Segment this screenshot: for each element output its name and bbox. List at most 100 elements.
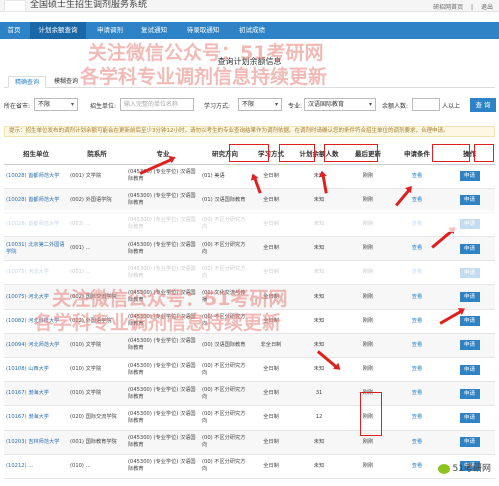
view-conditions-link[interactable]: 查看 — [412, 197, 422, 203]
view-conditions-link[interactable]: 查看 — [412, 318, 422, 324]
cell-updated: 刚刚 — [346, 333, 390, 359]
view-conditions-link[interactable]: 查看 — [412, 390, 422, 396]
cell-unit[interactable]: (10167) 渤海大学 — [4, 381, 68, 407]
cell-unit[interactable]: (10082) 河北科技大学 — [4, 309, 68, 334]
cell-conditions: 查看 — [390, 357, 444, 383]
apply-button[interactable]: 申请 — [459, 195, 480, 206]
cell-updated: 刚刚 — [346, 454, 390, 479]
cell-updated: 刚刚 — [346, 309, 390, 334]
cell-dept: (020) 国际交流学院 — [68, 405, 126, 431]
cell-unit[interactable]: (10031) 北京第二外国语学院 — [4, 236, 68, 262]
view-conditions-link[interactable]: 查看 — [412, 463, 422, 469]
cell-mode: 全日制 — [250, 430, 292, 455]
cell-unit[interactable]: (10075) 河北大学 — [4, 284, 68, 310]
cell-remaining: 未知 — [292, 430, 346, 455]
nav-home[interactable]: 首页 — [2, 22, 26, 39]
cell-unit[interactable]: (10212) ... — [4, 454, 68, 479]
apply-button[interactable]: 申请 — [459, 171, 480, 182]
cell-unit[interactable]: (10028) 首都师范大学 — [4, 164, 68, 189]
cell-major: (045300) (专业学位) 汉语国际教育 — [126, 357, 200, 383]
cell-mode: 全日制 — [250, 188, 292, 213]
wechat-badge-label: 51考研网 — [452, 464, 491, 474]
cell-major: (045300) (专业学位) 汉语国际教育 — [126, 188, 200, 213]
view-conditions-link[interactable]: 查看 — [412, 245, 422, 251]
cell-mode: 全日制 — [250, 236, 292, 262]
cell-unit[interactable]: (10028) 首都师范大学 — [4, 188, 68, 213]
cell-dept: (010) ... — [68, 454, 126, 479]
nav-scores[interactable]: 初试成绩 — [232, 22, 272, 39]
remain-label: 余额人数: — [382, 103, 409, 110]
nav-admit-notice[interactable]: 待录取通知 — [178, 22, 228, 39]
nav-apply[interactable]: 申请调剂 — [90, 22, 130, 39]
wechat-icon — [437, 463, 450, 474]
cell-remaining: 31 — [292, 381, 346, 407]
table-row: (10031) 北京第二外国语学院 (001) ... (045300) (专业学位… — [4, 236, 495, 262]
remain-input[interactable] — [412, 98, 440, 111]
view-conditions-link[interactable]: 查看 — [412, 366, 422, 372]
major-value: 汉语国际教育 — [308, 101, 345, 108]
view-conditions-link[interactable]: 查看 — [412, 173, 422, 179]
highlight-box-counts — [360, 392, 382, 436]
cell-mode: 非全日制 — [250, 333, 292, 359]
cell-updated: 刚刚 — [346, 164, 390, 189]
cell-remaining: 未知 — [292, 454, 346, 479]
tab-fuzzy[interactable]: 模糊查询 — [48, 76, 84, 88]
apply-button[interactable]: 申请 — [459, 437, 480, 448]
filter-bar: 所在省市: 不限 ▾ 招生单位: 输入完整的单位名称 学习方式: 不限 ▾ 专业: … — [4, 98, 496, 114]
mode-value: 不限 — [242, 101, 255, 108]
location-select[interactable]: 不限 ▾ — [34, 98, 78, 111]
view-conditions-link[interactable]: 查看 — [412, 342, 422, 348]
cell-conditions: 查看 — [390, 164, 444, 189]
cell-major: (045300) (专业学位) 汉语国际教育 — [126, 430, 200, 455]
view-conditions-link[interactable]: 查看 — [412, 439, 422, 445]
cell-direction: (01) 美语 — [200, 164, 250, 189]
col-dept: 院系所 — [68, 142, 126, 165]
cell-unit[interactable]: (10167) 渤海大学 — [4, 405, 68, 431]
cell-direction: (00) 不区分研究方向 — [200, 381, 250, 407]
apply-button[interactable]: 申请 — [459, 364, 480, 375]
home-link[interactable]: 研招网首页 — [433, 4, 463, 11]
cell-conditions: 查看 — [390, 405, 444, 431]
table-row: (10167) 渤海大学 (010) 文学院 (045300) (专业学位) 汉语国… — [4, 381, 495, 407]
tab-exact[interactable]: 精确查询 — [8, 76, 47, 88]
cell-unit[interactable]: (10108) 山西大学 — [4, 357, 68, 383]
apply-button[interactable]: 申请 — [459, 388, 480, 399]
cell-action: 申请 — [444, 333, 495, 359]
unit-input[interactable]: 输入完整的单位名称 — [120, 98, 194, 111]
cell-major: (045300) (专业学位) 汉语国际教育 — [126, 309, 200, 334]
apply-button[interactable]: 申请 — [459, 316, 480, 327]
major-select[interactable]: 汉语国际教育 ▾ — [304, 98, 376, 111]
apply-button[interactable]: 申请 — [459, 412, 480, 423]
blur-band — [0, 262, 499, 282]
logout-link[interactable]: 退出 — [481, 4, 493, 11]
apply-button[interactable]: 申请 — [459, 243, 480, 254]
top-links: 研招网首页 | 退出 — [427, 2, 493, 11]
apply-button[interactable]: 申请 — [459, 340, 480, 351]
chevron-down-icon: ▾ — [368, 101, 372, 108]
view-conditions-link[interactable]: 查看 — [412, 294, 422, 300]
nav-plan-query[interactable]: 计划余额查询 — [30, 22, 86, 39]
cell-dept: (001) 文学院 — [68, 164, 126, 189]
apply-button[interactable]: 申请 — [459, 292, 480, 303]
cell-mode: 全日制 — [250, 309, 292, 334]
table-row: (10082) 河北科技大学 (012) 外国语学院 (045300) (专业学位)… — [4, 309, 495, 334]
cell-unit[interactable]: (10203) 吉林师范大学 — [4, 430, 68, 455]
cell-mode: 全日制 — [250, 381, 292, 407]
cell-dept: (010) 文学院 — [68, 333, 126, 359]
table-row: (10108) 山西大学 (010) 文学院 (045300) (专业学位) 汉语国… — [4, 357, 495, 383]
nav-retest-notice[interactable]: 复试通知 — [134, 22, 174, 39]
blur-band — [0, 210, 499, 232]
view-conditions-link[interactable]: 查看 — [412, 414, 422, 420]
notice-banner: 提示：招生单位发布的调剂计划余额可能会在更新前后至少3分钟12小时，请勿以考生的… — [4, 126, 495, 137]
site-title: 全国硕士生招生调剂服务系统 — [30, 0, 148, 10]
mode-select[interactable]: 不限 ▾ — [238, 98, 282, 111]
cell-dept: (010) 文学院 — [68, 357, 126, 383]
results-table: 招生单位 院系所 专业 研究方向 学习方式 计划余额人数 最后更新 申请条件 操… — [4, 142, 495, 479]
query-button[interactable]: 查 询 — [470, 98, 496, 112]
cell-dept: (010) 文学院 — [68, 381, 126, 407]
table-row: (10212) ... (010) ... (045300) (专业学位) 汉语国际… — [4, 454, 495, 479]
cell-action: 申请 — [444, 405, 495, 431]
cell-unit[interactable]: (10094) 河北师范大学 — [4, 333, 68, 359]
main-nav: 首页 计划余额查询 申请调剂 复试通知 待录取通知 初试成绩 — [0, 22, 499, 39]
cell-major: (045300) (专业学位) 汉语国际教育 — [126, 164, 200, 189]
